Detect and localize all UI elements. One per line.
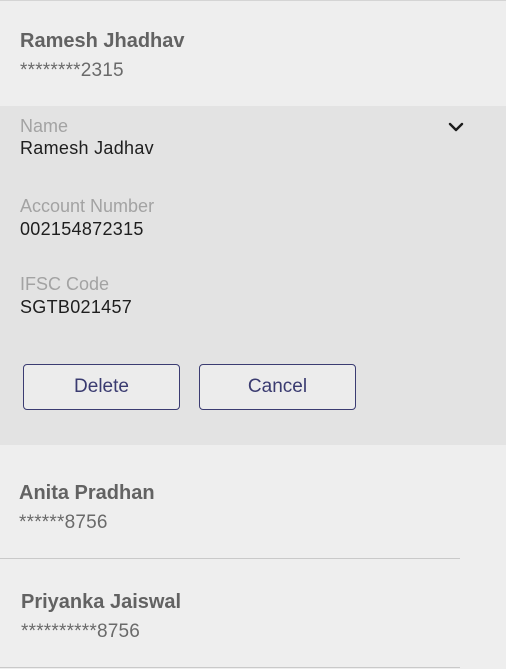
name-label: Name	[20, 116, 69, 136]
payee-masked-account: **********8756	[21, 621, 141, 642]
payee-masked-account: ********2315	[20, 60, 124, 81]
delete-button[interactable]: Delete	[23, 364, 180, 410]
payee-name: Ramesh Jhadhav	[20, 30, 185, 52]
payee-masked-account: ******8756	[19, 512, 108, 533]
payee-item-anita[interactable]: Anita Pradhan ******8756	[0, 445, 506, 558]
account-number-label: Account Number	[20, 196, 155, 216]
name-value: Ramesh Jadhav	[20, 138, 154, 158]
chevron-down-icon[interactable]	[445, 116, 467, 138]
payee-item-ramesh[interactable]: Ramesh Jhadhav ********2315	[0, 1, 506, 105]
payee-list-screen: Ramesh Jhadhav ********2315 Name Ramesh …	[0, 0, 506, 669]
payee-item-priyanka[interactable]: Priyanka Jaiswal **********8756	[0, 559, 506, 667]
payee-details-panel: Name Ramesh Jadhav Account Number 002154…	[0, 106, 506, 445]
payee-name: Priyanka Jaiswal	[21, 591, 182, 613]
account-number-value: 002154872315	[20, 219, 144, 239]
ifsc-code-value: SGTB021457	[20, 297, 133, 317]
list-divider	[0, 667, 460, 668]
payee-name: Anita Pradhan	[19, 482, 155, 504]
ifsc-code-label: IFSC Code	[20, 274, 110, 294]
cancel-button[interactable]: Cancel	[199, 364, 356, 410]
